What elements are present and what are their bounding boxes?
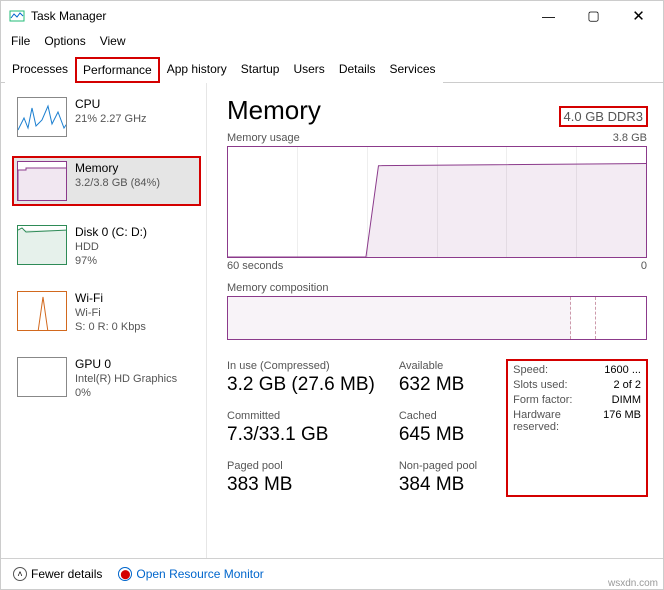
form-key: Form factor:	[513, 394, 591, 406]
tab-performance[interactable]: Performance	[75, 57, 160, 83]
sidebar-memory-title: Memory	[75, 161, 160, 175]
sidebar-disk-sub2: 97%	[75, 255, 147, 267]
in-use-label: In use (Compressed)	[227, 360, 375, 372]
sidebar-item-memory[interactable]: Memory 3.2/3.8 GB (84%)	[13, 157, 200, 205]
sidebar-cpu-sub: 21% 2.27 GHz	[75, 113, 147, 125]
nonpaged-value: 384 MB	[399, 474, 477, 496]
sidebar-item-cpu[interactable]: CPU 21% 2.27 GHz	[13, 93, 200, 141]
main-panel: Memory 4.0 GB DDR3 Memory usage 3.8 GB 6…	[207, 83, 663, 558]
chevron-up-icon: ˄	[13, 567, 27, 581]
disk-sparkline-icon	[17, 225, 67, 265]
cached-label: Cached	[399, 410, 477, 422]
menu-file[interactable]: File	[11, 34, 30, 48]
tab-users[interactable]: Users	[286, 57, 331, 83]
menu-options[interactable]: Options	[44, 34, 85, 48]
axis-right: 0	[641, 260, 647, 272]
usage-label: Memory usage	[227, 132, 300, 144]
sidebar-disk-title: Disk 0 (C: D:)	[75, 225, 147, 239]
sidebar-wifi-sub1: Wi-Fi	[75, 307, 146, 319]
usage-max: 3.8 GB	[613, 132, 647, 144]
tab-details[interactable]: Details	[332, 57, 383, 83]
sidebar-item-gpu[interactable]: GPU 0 Intel(R) HD Graphics 0%	[13, 353, 200, 403]
sidebar-disk-sub1: HDD	[75, 241, 147, 253]
available-label: Available	[399, 360, 477, 372]
fewer-details-button[interactable]: ˄ Fewer details	[13, 567, 102, 581]
sidebar-gpu-sub1: Intel(R) HD Graphics	[75, 373, 177, 385]
sidebar-wifi-sub2: S: 0 R: 0 Kbps	[75, 321, 146, 333]
hw-key: Hardware reserved:	[513, 409, 591, 433]
axis-left: 60 seconds	[227, 260, 283, 272]
task-manager-window: Task Manager — ▢ ✕ File Options View Pro…	[0, 0, 664, 590]
watermark: wsxdn.com	[608, 578, 658, 589]
sidebar-item-disk[interactable]: Disk 0 (C: D:) HDD 97%	[13, 221, 200, 271]
stats-area: In use (Compressed) 3.2 GB (27.6 MB) Ava…	[227, 360, 647, 496]
minimize-button[interactable]: —	[526, 2, 571, 30]
maximize-button[interactable]: ▢	[571, 2, 616, 30]
hw-val: 176 MB	[603, 409, 641, 433]
tab-services[interactable]: Services	[383, 57, 443, 83]
memory-capacity: 4.0 GB DDR3	[560, 107, 647, 126]
close-button[interactable]: ✕	[616, 2, 661, 30]
sidebar: CPU 21% 2.27 GHz Memory 3.2/3.8 GB (84%)	[1, 83, 207, 558]
titlebar: Task Manager — ▢ ✕	[1, 1, 663, 31]
page-title: Memory	[227, 95, 321, 126]
form-val: DIMM	[603, 394, 641, 406]
tab-app-history[interactable]: App history	[160, 57, 234, 83]
tab-strip: Processes Performance App history Startu…	[1, 56, 663, 83]
menu-view[interactable]: View	[100, 34, 126, 48]
open-resource-monitor-link[interactable]: ⬤ Open Resource Monitor	[118, 567, 263, 581]
content-body: CPU 21% 2.27 GHz Memory 3.2/3.8 GB (84%)	[1, 83, 663, 558]
memory-composition-chart	[227, 296, 647, 340]
composition-label: Memory composition	[227, 282, 647, 294]
resource-monitor-icon: ⬤	[118, 567, 132, 581]
committed-label: Committed	[227, 410, 375, 422]
tab-processes[interactable]: Processes	[5, 57, 75, 83]
memory-usage-chart	[227, 146, 647, 258]
available-value: 632 MB	[399, 374, 477, 396]
slots-val: 2 of 2	[603, 379, 641, 391]
nonpaged-label: Non-paged pool	[399, 460, 477, 472]
slots-key: Slots used:	[513, 379, 591, 391]
stats-left: In use (Compressed) 3.2 GB (27.6 MB) Ava…	[227, 360, 477, 496]
sidebar-cpu-title: CPU	[75, 97, 147, 111]
cpu-sparkline-icon	[17, 97, 67, 137]
tab-startup[interactable]: Startup	[234, 57, 287, 83]
footer: ˄ Fewer details ⬤ Open Resource Monitor	[1, 558, 663, 589]
speed-val: 1600 ...	[603, 364, 641, 376]
window-title: Task Manager	[31, 9, 106, 23]
sidebar-gpu-sub2: 0%	[75, 387, 177, 399]
memory-sparkline-icon	[17, 161, 67, 201]
sidebar-gpu-title: GPU 0	[75, 357, 177, 371]
in-use-value: 3.2 GB (27.6 MB)	[227, 374, 375, 396]
sidebar-memory-sub: 3.2/3.8 GB (84%)	[75, 177, 160, 189]
sidebar-wifi-title: Wi-Fi	[75, 291, 146, 305]
wifi-sparkline-icon	[17, 291, 67, 331]
stats-right: Speed: 1600 ... Slots used: 2 of 2 Form …	[507, 360, 647, 496]
sidebar-item-wifi[interactable]: Wi-Fi Wi-Fi S: 0 R: 0 Kbps	[13, 287, 200, 337]
gpu-sparkline-icon	[17, 357, 67, 397]
menubar: File Options View	[1, 31, 663, 54]
speed-key: Speed:	[513, 364, 591, 376]
paged-label: Paged pool	[227, 460, 375, 472]
committed-value: 7.3/33.1 GB	[227, 424, 375, 446]
cached-value: 645 MB	[399, 424, 477, 446]
app-icon	[9, 8, 25, 24]
paged-value: 383 MB	[227, 474, 375, 496]
